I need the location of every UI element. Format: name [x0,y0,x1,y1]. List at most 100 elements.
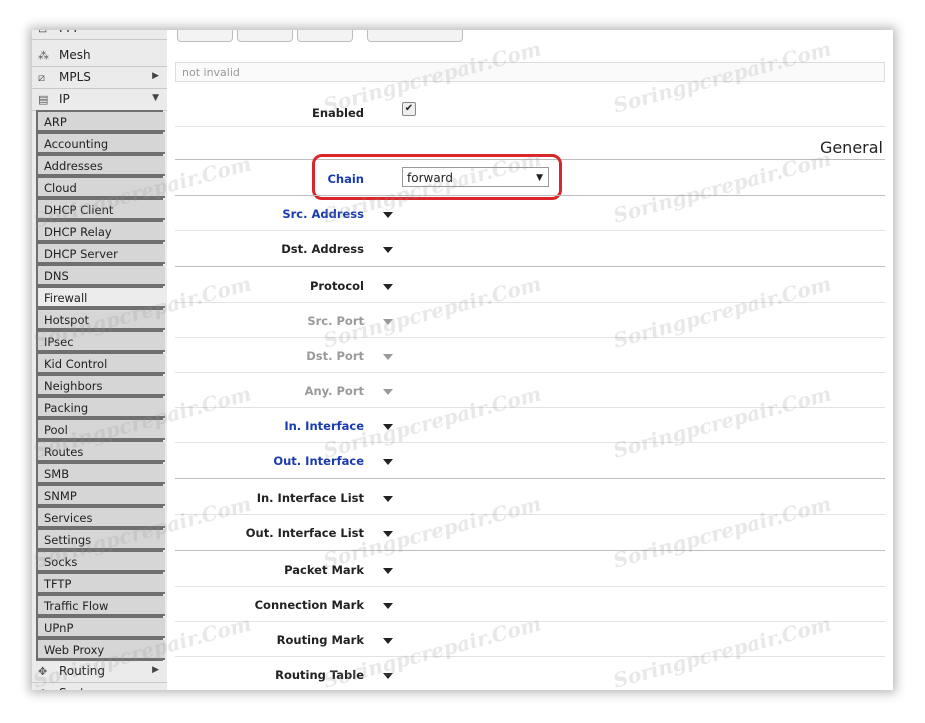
in-interface-row: In. Interface [167,409,893,443]
ppp-icon: ⊟ [38,30,47,35]
connection-mark-row: Connection Mark [167,588,893,622]
expand-toggle-icon[interactable] [383,638,393,644]
connection-mark-label: Connection Mark [254,598,364,612]
src-port-row: Src. Port [167,304,893,338]
sidebar-item-label: MPLS [59,70,91,84]
sidebar-item-tftp[interactable]: TFTP [38,574,165,594]
divider [175,372,885,373]
expand-toggle-icon[interactable] [383,284,393,290]
sidebar-item-dhcp-client[interactable]: DHCP Client [38,200,165,220]
sidebar-item-routing[interactable]: ✥ Routing ▶ [32,661,167,683]
dst-address-row: Dst. Address [167,232,893,266]
sidebar-item-upnp[interactable]: UPnP [38,618,165,638]
sidebar-item-ip[interactable]: ▤ IP ▼ [32,89,167,111]
divider [175,586,885,587]
routing-mark-row: Routing Mark [167,623,893,657]
src-address-row: Src. Address [167,197,893,231]
any-port-label: Any. Port [304,384,364,398]
sidebar-item-ipsec[interactable]: IPsec [38,332,165,352]
divider [175,407,885,408]
toolbar-button[interactable] [297,30,353,42]
sidebar-item-addresses[interactable]: Addresses [38,156,165,176]
sidebar-item-mesh[interactable]: ⁂ Mesh [32,45,167,67]
sidebar-item-snmp[interactable]: SNMP [38,486,165,506]
expand-toggle-icon[interactable] [383,247,393,253]
expand-toggle-icon[interactable] [383,389,393,395]
toolbar-button[interactable] [367,30,463,42]
sidebar-item-services[interactable]: Services [38,508,165,528]
sidebar-item-routes[interactable]: Routes [38,442,165,462]
toolbar-button[interactable] [177,30,233,42]
any-port-row: Any. Port [167,374,893,408]
enabled-checkbox[interactable]: ✔ [402,102,416,116]
routing-mark-label: Routing Mark [276,633,364,647]
ip-icon: ▤ [38,93,49,106]
sidebar-item-packing[interactable]: Packing [38,398,165,418]
sidebar-item-cloud[interactable]: Cloud [38,178,165,198]
in-interface-label: In. Interface [284,419,364,433]
annotation-highlight-box [312,154,562,200]
sidebar-item-ppp[interactable]: ⊟ PPP [32,30,167,40]
divider [175,302,885,303]
divider [175,621,885,622]
sidebar-item-accounting[interactable]: Accounting [38,134,165,154]
out-interface-list-label: Out. Interface List [245,526,364,540]
sidebar-item-hotspot[interactable]: Hotspot [38,310,165,330]
divider [175,656,885,657]
in-interface-list-row: In. Interface List [167,481,893,515]
expand-toggle-icon[interactable] [383,603,393,609]
comment-field[interactable]: not invalid [175,62,885,82]
sidebar-item-mpls[interactable]: ⧄ MPLS ▶ [32,67,167,89]
ip-submenu: ARP Accounting Addresses Cloud DHCP Client DH… [36,110,165,662]
sidebar-item-web-proxy[interactable]: Web Proxy [38,640,165,660]
enabled-row: Enabled [167,96,893,130]
expand-toggle-icon[interactable] [383,459,393,465]
sidebar-item-kid-control[interactable]: Kid Control [38,354,165,374]
expand-toggle-icon[interactable] [383,673,393,679]
divider [175,337,885,338]
sidebar-item-neighbors[interactable]: Neighbors [38,376,165,396]
expand-toggle-icon[interactable] [383,212,393,218]
divider [175,126,885,127]
enabled-label: Enabled [311,106,364,120]
dst-port-label: Dst. Port [306,349,364,363]
sidebar-item-arp[interactable]: ARP [38,112,165,132]
routing-table-row: Routing Table [167,658,893,690]
sidebar-item-traffic-flow[interactable]: Traffic Flow [38,596,165,616]
chevron-down-icon: ▼ [152,93,159,103]
sidebar-item-socks[interactable]: Socks [38,552,165,572]
sidebar-item-dhcp-server[interactable]: DHCP Server [38,244,165,264]
sidebar-item-dns[interactable]: DNS [38,266,165,286]
toolbar-button[interactable] [237,30,293,42]
sidebar-item-pool[interactable]: Pool [38,420,165,440]
divider [175,514,885,515]
divider [175,266,885,267]
routing-table-label: Routing Table [275,668,364,682]
sidebar-item-system[interactable]: ⚙ System [32,683,167,690]
packet-mark-row: Packet Mark [167,553,893,587]
expand-toggle-icon[interactable] [383,319,393,325]
dst-address-label: Dst. Address [281,242,364,256]
sidebar-item-dhcp-relay[interactable]: DHCP Relay [38,222,165,242]
app-window: ⊟ PPP ⁂ Mesh ⧄ MPLS ▶ ▤ IP ▼ ARPAccountingAddresse… [32,30,893,690]
dst-port-row: Dst. Port [167,339,893,373]
sidebar-item-firewall[interactable]: Firewall [38,288,165,308]
expand-toggle-icon[interactable] [383,354,393,360]
sidebar: ⊟ PPP ⁂ Mesh ⧄ MPLS ▶ ▤ IP ▼ ARPAccountingAddresse… [32,30,167,690]
mpls-icon: ⧄ [38,71,45,84]
expand-toggle-icon[interactable] [383,424,393,430]
sidebar-item-label: IP [59,92,70,106]
expand-toggle-icon[interactable] [383,568,393,574]
divider [175,230,885,231]
divider [175,195,885,196]
expand-toggle-icon[interactable] [383,496,393,502]
expand-toggle-icon[interactable] [383,531,393,537]
sidebar-item-label: PPP [59,30,81,35]
sidebar-item-settings[interactable]: Settings [38,530,165,550]
mesh-icon: ⁂ [38,49,49,62]
sidebar-item-smb[interactable]: SMB [38,464,165,484]
protocol-row: Protocol [167,269,893,303]
routing-icon: ✥ [38,665,48,678]
chevron-right-icon: ▶ [152,71,159,81]
divider [175,550,885,551]
